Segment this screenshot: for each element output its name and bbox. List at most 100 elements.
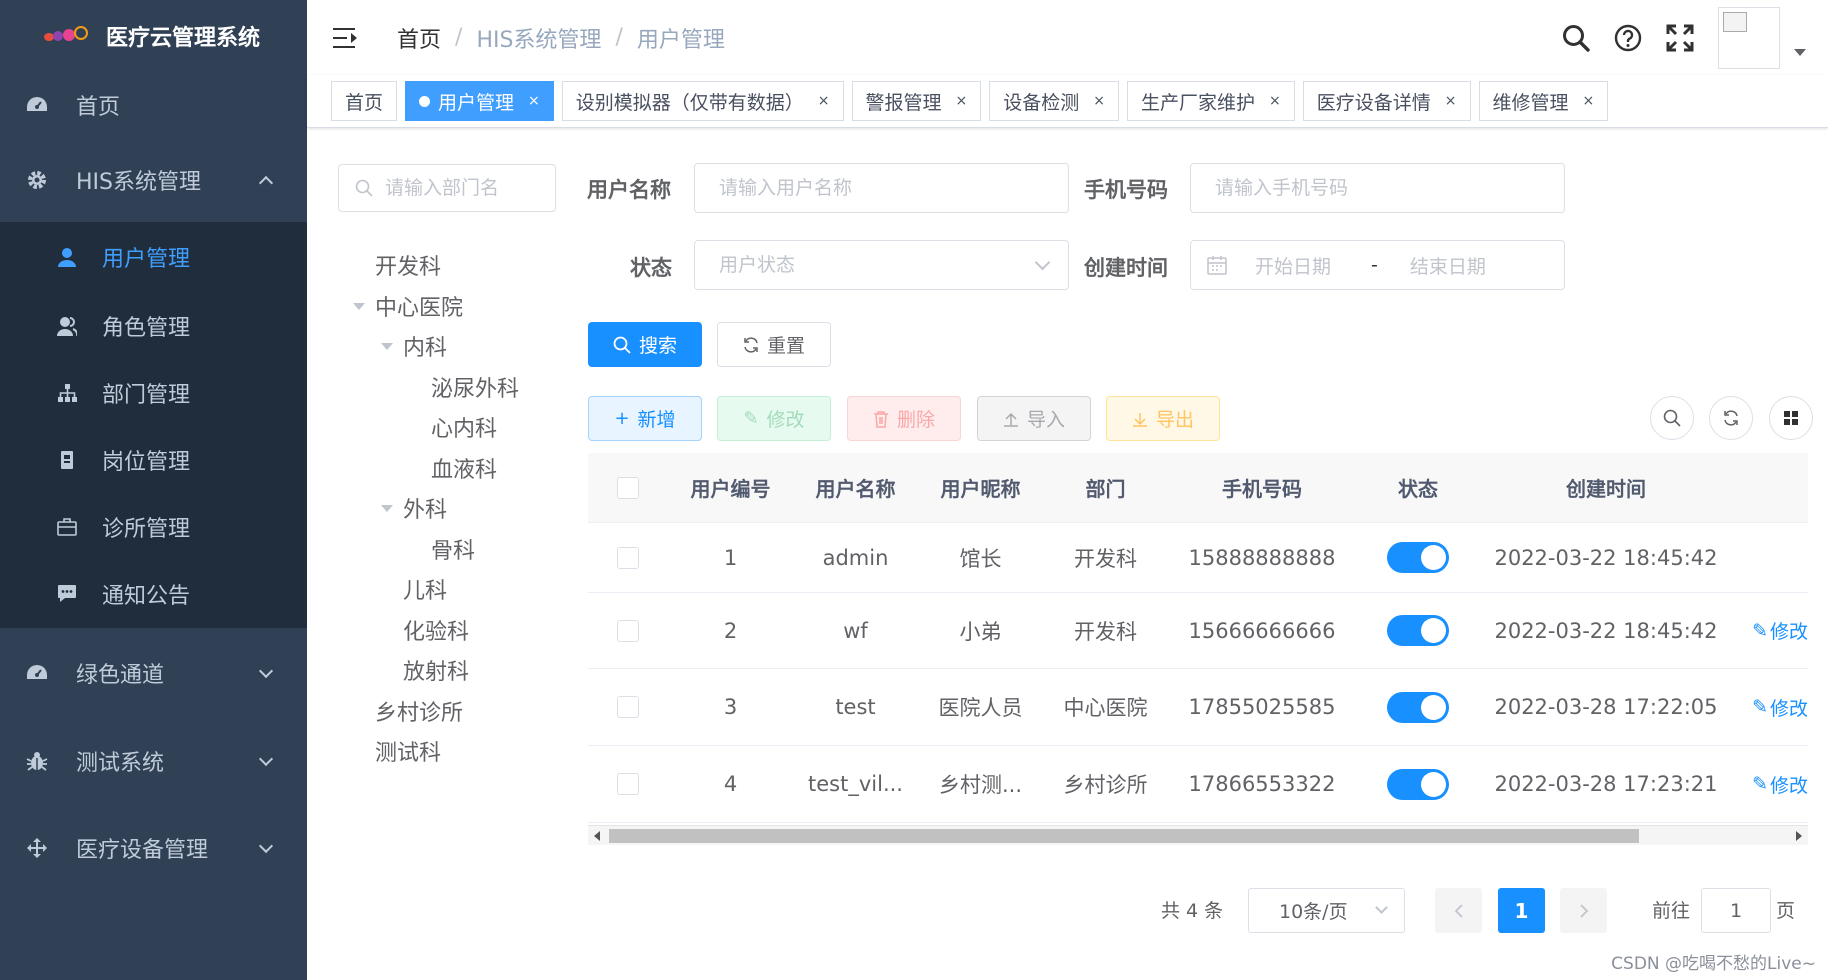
breadcrumb-home[interactable]: 首页: [397, 22, 441, 54]
dashboard-icon: [26, 94, 48, 116]
move-icon: [26, 837, 48, 859]
toggle-search-button[interactable]: [1650, 396, 1694, 440]
status-select[interactable]: [694, 240, 1069, 290]
tag-home[interactable]: 首页: [331, 81, 398, 121]
row-checkbox[interactable]: [617, 546, 639, 569]
tree-node[interactable]: 中心医院: [350, 286, 519, 327]
tag-detection[interactable]: 设备检测 ×: [989, 81, 1120, 121]
caret-down-icon[interactable]: [1794, 49, 1806, 56]
scroll-right-icon[interactable]: [1796, 831, 1802, 841]
scroll-left-icon[interactable]: [594, 831, 600, 841]
delete-button[interactable]: 删除: [847, 396, 961, 441]
tree-node[interactable]: 儿科: [350, 569, 519, 610]
refresh-button[interactable]: [1709, 396, 1753, 440]
scrollbar-thumb[interactable]: [609, 829, 1639, 843]
fullscreen-icon[interactable]: [1662, 20, 1698, 56]
row-checkbox[interactable]: [617, 696, 639, 718]
status-switch[interactable]: [1387, 542, 1449, 573]
tree-node[interactable]: 乡村诊所: [350, 691, 519, 732]
next-page-button[interactable]: [1560, 888, 1607, 933]
tree-node[interactable]: 放射科: [350, 650, 519, 691]
menu-test[interactable]: 测试系统: [0, 718, 307, 804]
export-button[interactable]: 导出: [1106, 396, 1220, 441]
table-row: 4 test_vil... 乡村测... 乡村诊所 17866553322 20…: [588, 746, 1808, 823]
tree-node[interactable]: 血液科: [350, 448, 519, 489]
reset-button[interactable]: 重置: [717, 322, 831, 367]
sidebar-item-dept[interactable]: 部门管理: [0, 359, 307, 426]
caret-down-icon[interactable]: [381, 505, 393, 512]
chevron-right-icon: [1579, 903, 1588, 918]
tree-node[interactable]: 外科: [350, 488, 519, 529]
sidebar-item-user[interactable]: 用户管理: [0, 222, 307, 292]
horizontal-scrollbar[interactable]: [588, 825, 1808, 845]
caret-down-icon[interactable]: [381, 343, 393, 350]
import-button[interactable]: 导入: [977, 396, 1091, 441]
menu-green[interactable]: 绿色通道: [0, 628, 307, 718]
tag-simulator[interactable]: 设别模拟器（仅带有数据） ×: [561, 81, 844, 121]
row-checkbox[interactable]: [617, 773, 639, 795]
select-all-checkbox[interactable]: [617, 476, 639, 499]
tag-device-detail[interactable]: 医疗设备详情 ×: [1302, 81, 1471, 121]
close-icon[interactable]: ×: [956, 93, 968, 109]
add-button[interactable]: + 新增: [588, 396, 702, 441]
username-input[interactable]: [694, 163, 1069, 213]
logo-icon: [44, 25, 90, 47]
tag-alarm[interactable]: 警报管理 ×: [851, 81, 982, 121]
status-switch[interactable]: [1387, 691, 1449, 723]
page-size-select[interactable]: 10条/页: [1248, 888, 1405, 933]
menu-home[interactable]: 首页: [0, 72, 307, 138]
row-edit-link[interactable]: ✎ 修改: [1752, 617, 1808, 644]
close-icon[interactable]: ×: [1269, 93, 1281, 109]
tree-node[interactable]: 心内科: [350, 407, 519, 448]
phone-input[interactable]: [1190, 163, 1565, 213]
status-switch[interactable]: [1387, 768, 1449, 800]
search-icon[interactable]: [1558, 20, 1594, 56]
tree-node[interactable]: 骨科: [350, 529, 519, 570]
avatar[interactable]: [1718, 6, 1780, 69]
tag-repair[interactable]: 维修管理 ×: [1478, 81, 1609, 121]
tree-node[interactable]: 化验科: [350, 610, 519, 651]
sidebar-item-role[interactable]: 角色管理: [0, 292, 307, 359]
row-edit-link[interactable]: ✎ 修改: [1752, 694, 1808, 721]
active-dot: [419, 95, 431, 107]
columns-button[interactable]: [1769, 396, 1813, 440]
goto-page-input[interactable]: 1: [1701, 888, 1771, 933]
tag-user[interactable]: 用户管理 ×: [405, 81, 554, 121]
close-icon[interactable]: ×: [1093, 93, 1105, 109]
question-icon[interactable]: [1610, 20, 1646, 56]
search-icon: [355, 179, 373, 197]
close-icon[interactable]: ×: [1583, 93, 1595, 109]
dept-search-input[interactable]: [338, 164, 556, 212]
page-number[interactable]: 1: [1498, 888, 1545, 933]
end-date-input[interactable]: 结束日期: [1410, 252, 1486, 279]
edit-icon: ✎: [1752, 696, 1768, 718]
close-icon[interactable]: ×: [528, 93, 540, 109]
start-date-input[interactable]: 开始日期: [1255, 252, 1355, 279]
user-icon: [56, 246, 78, 268]
username-label: 用户名称: [587, 178, 671, 202]
sidebar-item-post[interactable]: 岗位管理: [0, 426, 307, 493]
row-edit-link[interactable]: ✎ 修改: [1752, 771, 1808, 798]
row-checkbox[interactable]: [617, 619, 639, 642]
date-range-picker[interactable]: 开始日期 - 结束日期: [1190, 240, 1565, 290]
tag-manufacturer[interactable]: 生产厂家维护 ×: [1127, 81, 1295, 121]
hamburger-icon[interactable]: [333, 27, 359, 48]
tree-node[interactable]: 内科: [350, 326, 519, 367]
edit-button[interactable]: ✎ 修改: [717, 396, 831, 441]
sidebar-item-clinic[interactable]: 诊所管理: [0, 493, 307, 560]
prev-page-button[interactable]: [1435, 888, 1482, 933]
tree-node[interactable]: 测试科: [350, 731, 519, 772]
tree-node[interactable]: 泌尿外科: [350, 367, 519, 408]
menu-device[interactable]: 医疗设备管理: [0, 804, 307, 892]
caret-down-icon[interactable]: [353, 302, 365, 310]
search-icon: [613, 336, 631, 354]
sidebar-item-notice[interactable]: 通知公告: [0, 560, 307, 628]
tree-node[interactable]: 开发科: [350, 245, 519, 286]
header-right: [1558, 0, 1828, 75]
menu-his[interactable]: HIS系统管理: [0, 138, 307, 222]
col-header: 用户名称: [815, 477, 896, 501]
close-icon[interactable]: ×: [1445, 93, 1457, 109]
search-button[interactable]: 搜索: [588, 322, 702, 367]
status-switch[interactable]: [1387, 615, 1449, 646]
close-icon[interactable]: ×: [818, 93, 830, 109]
